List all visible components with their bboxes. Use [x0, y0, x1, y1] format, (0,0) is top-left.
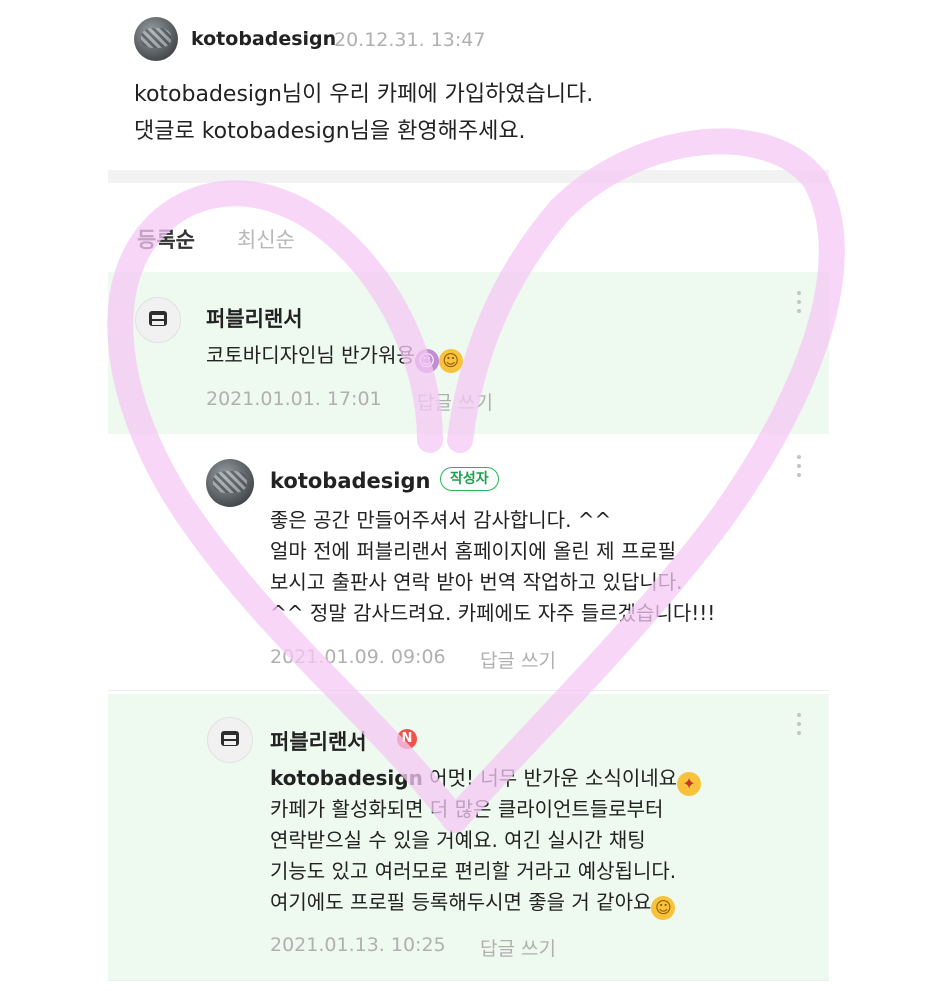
comment-1-text-body: 코토바디자인님 반가워용	[206, 343, 415, 367]
comment-3-line-5-text: 여기에도 프로필 등록해두시면 좋을 거 같아요	[270, 890, 652, 914]
new-badge-icon: N	[397, 729, 417, 749]
smiling-face-emoji: ☺	[438, 349, 463, 373]
comment-3-line-1-text: 어멋! 너무 반가운 소식이네요	[429, 766, 678, 790]
party-face-emoji: ✦	[677, 772, 702, 796]
sort-registered-tab[interactable]: 등록순	[137, 224, 195, 254]
comment-1-author[interactable]: 퍼블리랜서	[206, 303, 303, 333]
comment-1-more-vertical-icon[interactable]	[796, 291, 802, 318]
comment-2-line-2: 얼마 전에 퍼블리랜서 홈페이지에 올린 제 프로필	[270, 539, 677, 563]
comment-1-reply-button[interactable]: 답글 쓰기	[417, 388, 493, 415]
comment-3-date: 2021.01.13. 10:25	[270, 934, 446, 956]
comment-2-date: 2021.01.09. 09:06	[270, 646, 446, 668]
comment-2-avatar[interactable]	[206, 459, 254, 507]
post-author-avatar[interactable]	[134, 17, 178, 61]
comment-3-more-vertical-icon[interactable]	[796, 713, 802, 740]
bottom-separator	[108, 980, 829, 981]
comment-2-reply-button[interactable]: 답글 쓰기	[480, 646, 556, 673]
comment-3-avatar[interactable]	[207, 717, 253, 763]
comment-3-line-4: 기능도 있고 여러모로 편리할 거라고 예상됩니다.	[270, 859, 677, 883]
comment-2-line-1: 좋은 공간 만들어주셔서 감사합니다. ^^	[270, 508, 612, 532]
author-badge: 작성자	[440, 467, 499, 491]
comment-3-mention[interactable]: kotobadesign	[270, 766, 423, 790]
comment-2-more-vertical-icon[interactable]	[796, 455, 802, 482]
comment-3-author[interactable]: 퍼블리랜서	[270, 726, 367, 756]
post-author-name[interactable]: kotobadesign	[191, 28, 336, 50]
comment-2-author[interactable]: kotobadesign	[270, 469, 430, 493]
sort-latest-tab[interactable]: 최신순	[237, 224, 295, 254]
comment-3-line-1: kotobadesign 어멋! 너무 반가운 소식이네요 ✦	[270, 763, 702, 796]
post-datetime: 20.12.31. 13:47	[334, 29, 486, 51]
post-body-line-1: kotobadesign님이 우리 카페에 가입하였습니다.	[134, 82, 594, 107]
comment-2-line-4: ^^ 정말 감사드려요. 카페에도 자주 들르겠습니다!!!	[270, 601, 716, 625]
comment-3-line-3: 연락받으실 수 있을 거예요. 여긴 실시간 채팅	[270, 828, 646, 852]
comment-3-line-5: 여기에도 프로필 등록해두시면 좋을 거 같아요 ☺	[270, 887, 676, 920]
comment-2-line-3: 보시고 출판사 연락 받아 번역 작업하고 있답니다.	[270, 570, 683, 594]
comment-separator	[108, 690, 829, 691]
section-divider	[108, 170, 829, 183]
comment-1-text: 코토바디자인님 반가워용 ☺ ☺	[206, 340, 463, 373]
avatar-emoji: ☺	[414, 349, 439, 373]
cafe-comment-page: kotobadesign 20.12.31. 13:47 kotobadesig…	[0, 0, 938, 991]
post-body-line-2: 댓글로 kotobadesign님을 환영해주세요.	[134, 119, 526, 144]
comment-3-reply-button[interactable]: 답글 쓰기	[480, 934, 556, 961]
comment-1-date: 2021.01.01. 17:01	[206, 388, 382, 410]
comment-3-line-2: 카페가 활성화되면 더 많은 클라이언트들로부터	[270, 797, 664, 821]
comment-1-avatar[interactable]	[135, 297, 181, 343]
smiling-face-emoji: ☺	[651, 896, 676, 920]
